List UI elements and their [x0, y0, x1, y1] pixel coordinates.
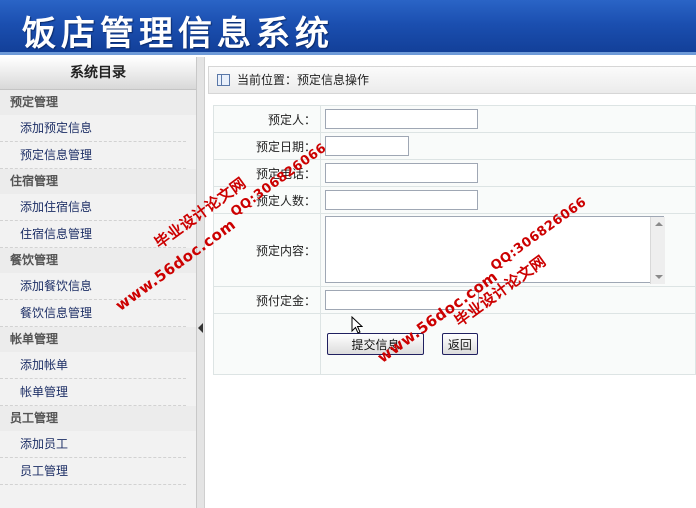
window-icon [217, 74, 230, 86]
sidebar-group-staff: 员工管理 [0, 406, 196, 431]
breadcrumb: 当前位置：预定信息操作 [208, 66, 696, 94]
sidebar-item-add-reservation[interactable]: 添加预定信息 [0, 115, 186, 142]
actions-spacer [213, 313, 321, 375]
sidebar-item-add-bill[interactable]: 添加帐单 [0, 352, 186, 379]
header-stripe [0, 52, 696, 55]
sidebar-group-lodging: 住宿管理 [0, 169, 196, 194]
back-button[interactable]: 返回 [441, 333, 478, 355]
app-header: 饭店管理信息系统 [0, 0, 696, 55]
mouse-cursor-icon [351, 316, 363, 334]
textarea-scrollbar[interactable] [650, 216, 665, 284]
booker-label: 预定人： [213, 105, 321, 133]
sidebar-splitter[interactable] [197, 57, 205, 508]
main-content: 当前位置：预定信息操作 预定人： 预定日期： 预定电话： 预定人数： 预定内容： [205, 57, 696, 508]
sidebar-item-manage-reservation[interactable]: 预定信息管理 [0, 142, 186, 169]
booker-input[interactable] [325, 109, 478, 129]
sidebar-group-billing: 帐单管理 [0, 327, 196, 352]
breadcrumb-text: 当前位置：预定信息操作 [237, 73, 370, 87]
app-title: 饭店管理信息系统 [22, 14, 334, 54]
sidebar-item-add-staff[interactable]: 添加员工 [0, 431, 186, 458]
scroll-up-icon[interactable] [655, 221, 663, 226]
collapse-arrow-icon[interactable] [198, 323, 203, 333]
deposit-label: 预付定金： [213, 286, 321, 314]
sidebar-item-manage-dining[interactable]: 餐饮信息管理 [0, 300, 186, 327]
phone-input[interactable] [325, 163, 478, 183]
reservation-form: 预定人： 预定日期： 预定电话： 预定人数： 预定内容： 预付定金： 提交信息 … [213, 105, 696, 375]
sidebar-item-manage-staff[interactable]: 员工管理 [0, 458, 186, 485]
count-input[interactable] [325, 190, 478, 210]
sidebar-item-manage-bill[interactable]: 帐单管理 [0, 379, 186, 406]
sidebar-item-add-lodging[interactable]: 添加住宿信息 [0, 194, 186, 221]
date-input[interactable] [325, 136, 409, 156]
sidebar-title: 系统目录 [0, 57, 196, 90]
sidebar-group-reservation: 预定管理 [0, 90, 196, 115]
scroll-down-icon[interactable] [655, 274, 663, 279]
sidebar: 系统目录 预定管理 添加预定信息 预定信息管理 住宿管理 添加住宿信息 住宿信息… [0, 57, 197, 508]
